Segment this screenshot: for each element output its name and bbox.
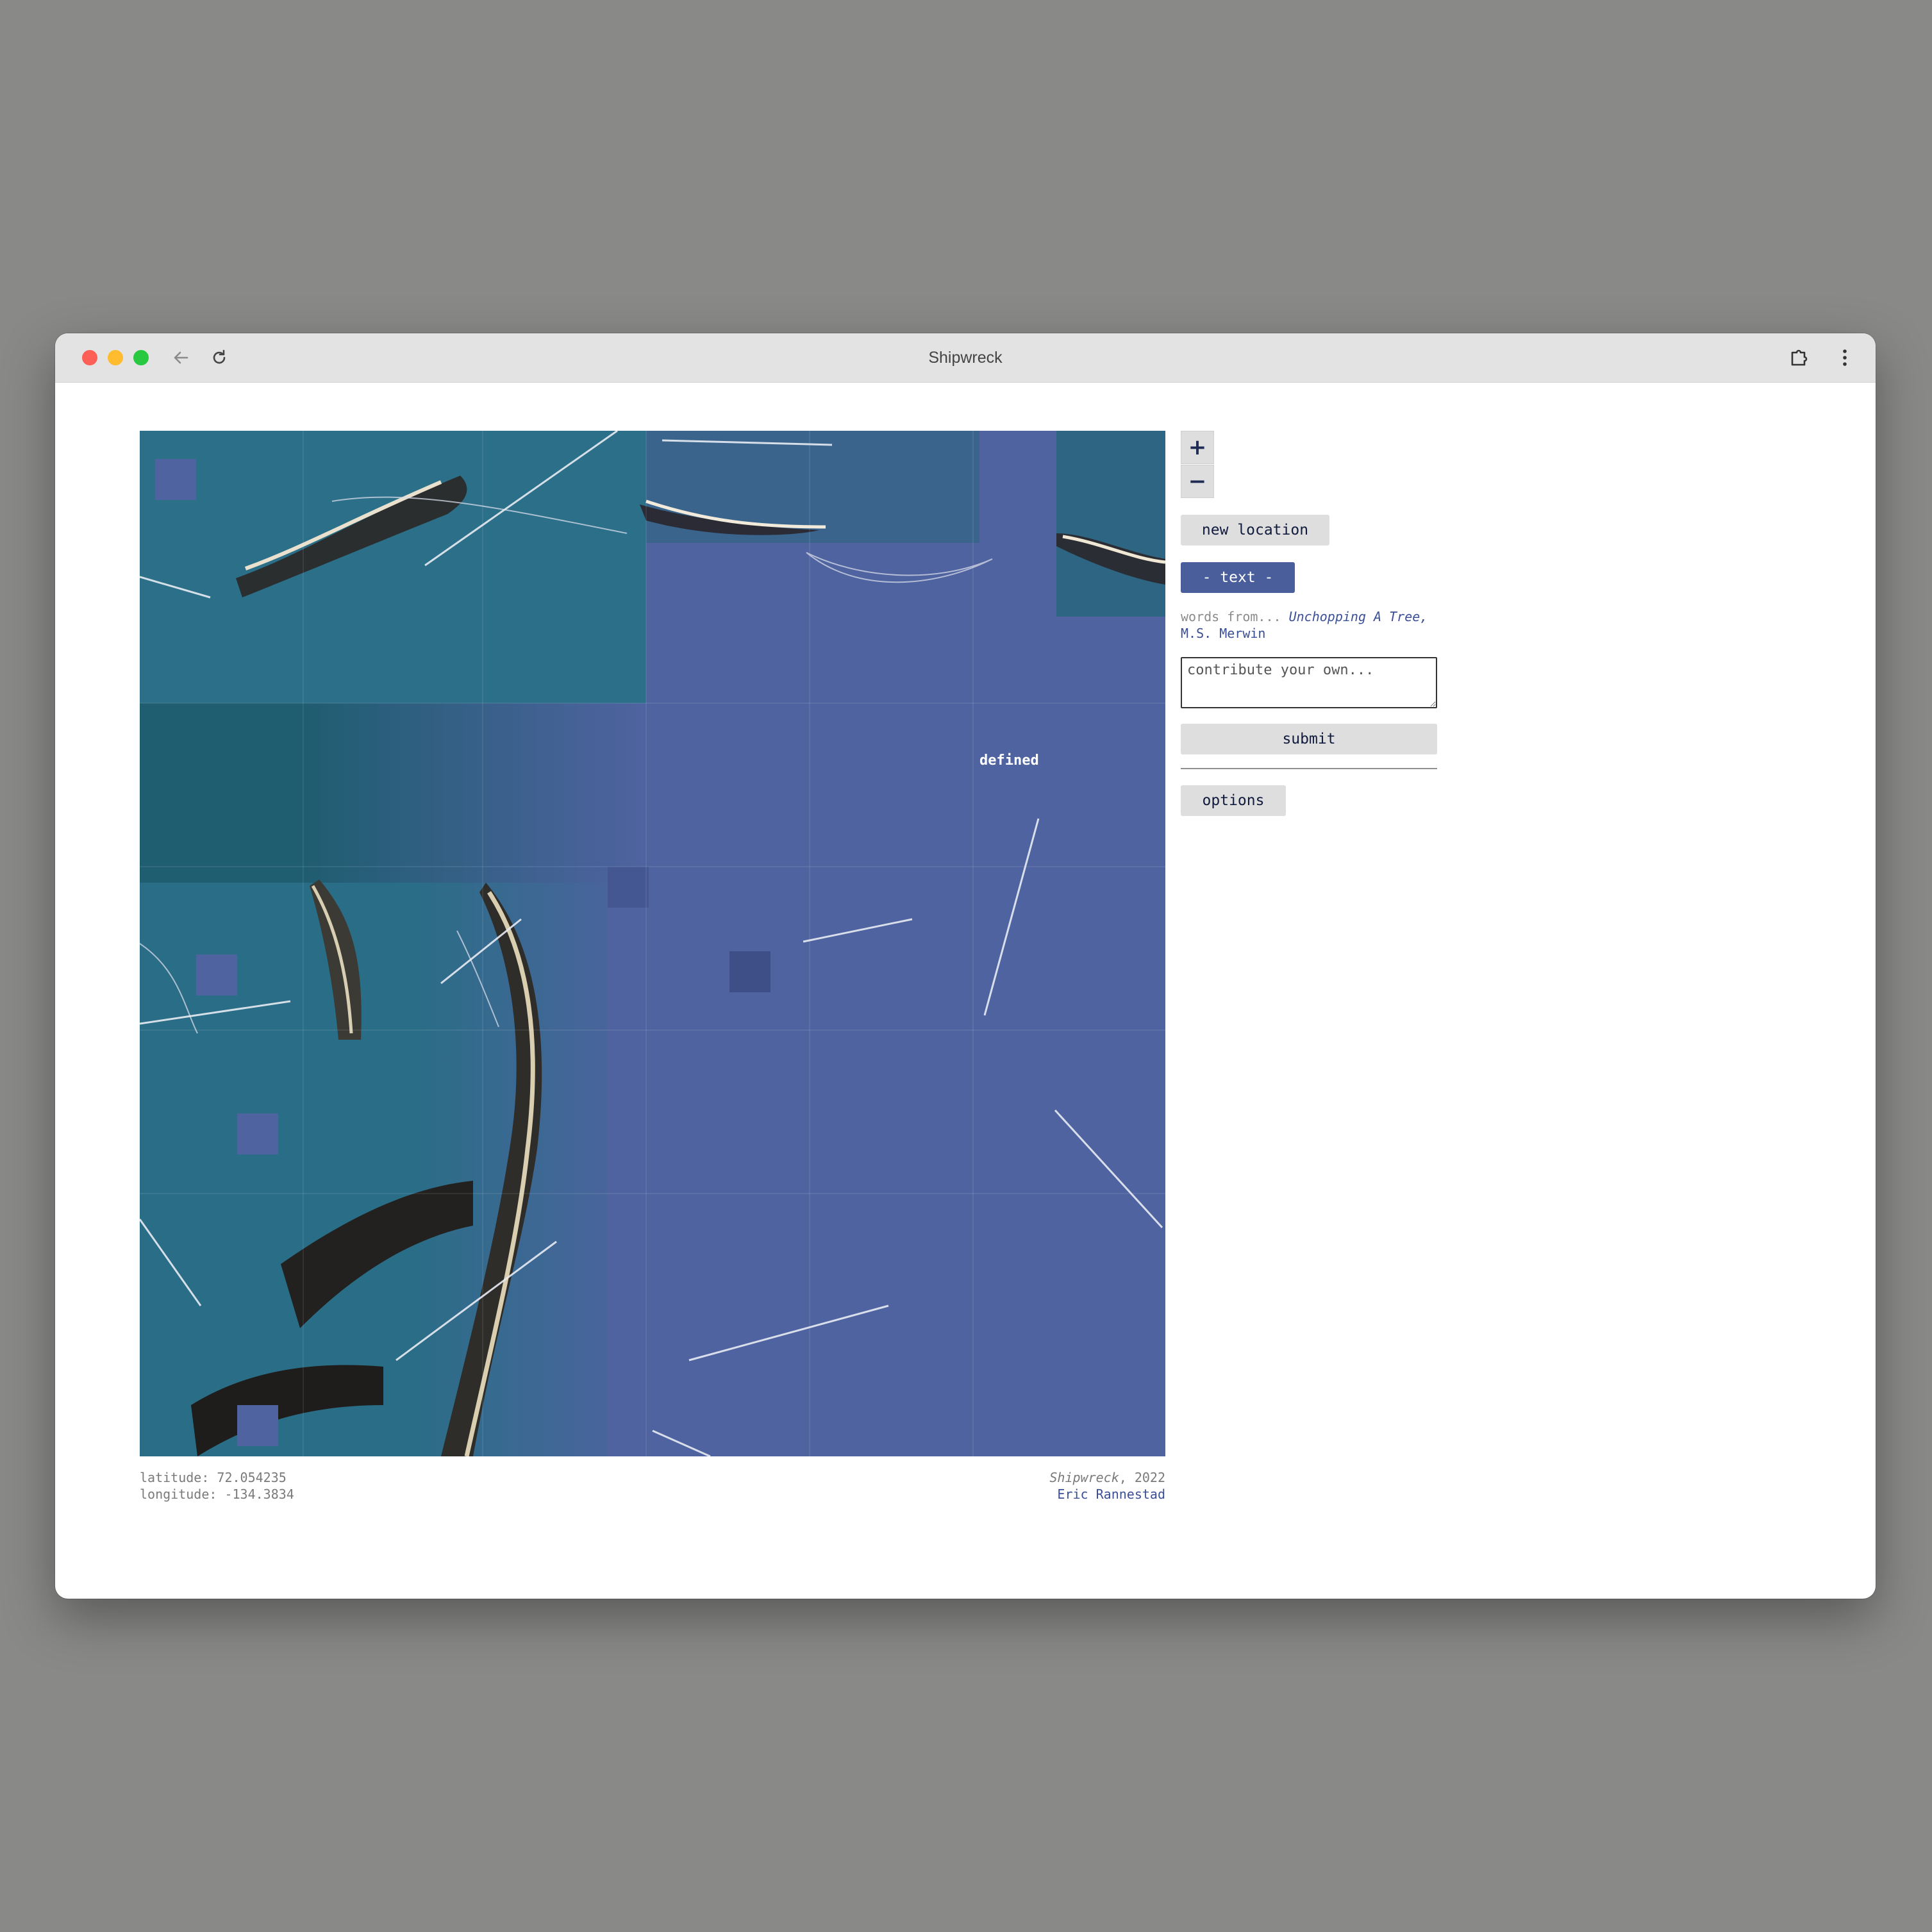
zoom-out-button[interactable]: − [1181, 465, 1214, 498]
divider [1181, 768, 1437, 769]
text-toggle-button[interactable]: - text - [1181, 562, 1295, 593]
more-menu-icon[interactable] [1832, 345, 1858, 371]
source-attribution: words from... Unchopping A Tree, M.S. Me… [1181, 608, 1450, 642]
work-title: Shipwreck [1049, 1470, 1119, 1485]
map-overlay-word: defined [979, 753, 1039, 769]
page-content: defined + − new location - text - words … [55, 383, 1876, 1599]
submit-button[interactable]: submit [1181, 724, 1437, 754]
extensions-puzzle-icon[interactable] [1786, 345, 1811, 371]
satellite-map[interactable]: defined [140, 431, 1165, 1456]
words-from-prefix: words from... [1181, 609, 1281, 624]
source-title-link[interactable]: Unchopping A Tree, [1289, 609, 1428, 624]
contribute-text-input[interactable] [1181, 657, 1437, 708]
artwork-credit: Shipwreck, 2022 Eric Rannestad [845, 1469, 1165, 1503]
window-title: Shipwreck [928, 349, 1003, 367]
map-imagery [140, 431, 1165, 1456]
title-bar: Shipwreck [55, 333, 1876, 383]
artist-link[interactable]: Eric Rannestad [1057, 1486, 1165, 1502]
latitude-text: latitude: 72.054235 [140, 1470, 287, 1485]
longitude-text: longitude: -134.3834 [140, 1486, 294, 1502]
coordinates: latitude: 72.054235 longitude: -134.3834 [140, 1469, 294, 1503]
browser-window: Shipwreck defined + − new location - tex… [55, 333, 1876, 1599]
new-location-button[interactable]: new location [1181, 515, 1329, 545]
work-year: , 2022 [1119, 1470, 1165, 1485]
source-author-link[interactable]: M.S. Merwin [1181, 626, 1265, 641]
options-button[interactable]: options [1181, 785, 1286, 816]
zoom-in-button[interactable]: + [1181, 431, 1214, 464]
